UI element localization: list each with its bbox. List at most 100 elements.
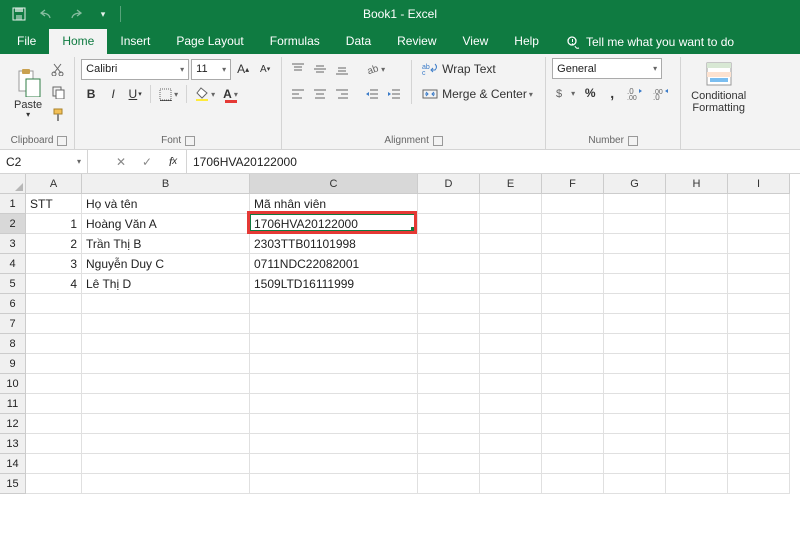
cell-E10[interactable] xyxy=(480,374,542,394)
cell-A3[interactable]: 2 xyxy=(26,234,82,254)
cell-H1[interactable] xyxy=(666,194,728,214)
cell-F15[interactable] xyxy=(542,474,604,494)
accounting-format-icon[interactable]: $ xyxy=(552,82,578,104)
clipboard-dialog-launcher[interactable] xyxy=(57,136,67,146)
tab-file[interactable]: File xyxy=(4,29,49,54)
paste-button[interactable]: Paste▾ xyxy=(10,65,46,120)
fx-icon[interactable]: fx xyxy=(160,155,186,169)
row-header-6[interactable]: 6 xyxy=(0,294,26,314)
col-header-G[interactable]: G xyxy=(604,174,666,194)
cell-I7[interactable] xyxy=(728,314,790,334)
increase-decimal-icon[interactable]: .0.00 xyxy=(624,82,648,104)
cell-B15[interactable] xyxy=(82,474,250,494)
undo-icon[interactable] xyxy=(34,2,60,26)
cell-I8[interactable] xyxy=(728,334,790,354)
cell-F4[interactable] xyxy=(542,254,604,274)
cell-F6[interactable] xyxy=(542,294,604,314)
cell-H10[interactable] xyxy=(666,374,728,394)
cell-D10[interactable] xyxy=(418,374,480,394)
cell-F13[interactable] xyxy=(542,434,604,454)
cell-E4[interactable] xyxy=(480,254,542,274)
cell-B13[interactable] xyxy=(82,434,250,454)
formula-input[interactable]: 1706HVA20122000 xyxy=(187,150,800,173)
cell-H14[interactable] xyxy=(666,454,728,474)
cell-H8[interactable] xyxy=(666,334,728,354)
cell-E13[interactable] xyxy=(480,434,542,454)
cell-E6[interactable] xyxy=(480,294,542,314)
cell-F3[interactable] xyxy=(542,234,604,254)
cell-B9[interactable] xyxy=(82,354,250,374)
save-icon[interactable] xyxy=(6,2,32,26)
cell-B2[interactable]: Hoàng Văn A xyxy=(82,214,250,234)
cell-C10[interactable] xyxy=(250,374,418,394)
cell-D7[interactable] xyxy=(418,314,480,334)
row-header-4[interactable]: 4 xyxy=(0,254,26,274)
cell-E2[interactable] xyxy=(480,214,542,234)
fill-color-icon[interactable] xyxy=(192,83,218,105)
col-header-C[interactable]: C xyxy=(250,174,418,194)
align-top-icon[interactable] xyxy=(288,58,308,80)
cell-H7[interactable] xyxy=(666,314,728,334)
cell-H11[interactable] xyxy=(666,394,728,414)
cell-I1[interactable] xyxy=(728,194,790,214)
cell-I14[interactable] xyxy=(728,454,790,474)
align-left-icon[interactable] xyxy=(288,83,308,105)
cell-G13[interactable] xyxy=(604,434,666,454)
cell-F11[interactable] xyxy=(542,394,604,414)
font-name-combo[interactable]: Calibri▾ xyxy=(81,59,189,80)
col-header-D[interactable]: D xyxy=(418,174,480,194)
cell-G3[interactable] xyxy=(604,234,666,254)
borders-icon[interactable] xyxy=(156,83,181,105)
cell-H15[interactable] xyxy=(666,474,728,494)
cell-D14[interactable] xyxy=(418,454,480,474)
copy-icon[interactable] xyxy=(48,81,68,103)
cell-H6[interactable] xyxy=(666,294,728,314)
cell-I4[interactable] xyxy=(728,254,790,274)
cell-F5[interactable] xyxy=(542,274,604,294)
cell-D6[interactable] xyxy=(418,294,480,314)
cell-D4[interactable] xyxy=(418,254,480,274)
cell-D11[interactable] xyxy=(418,394,480,414)
italic-button[interactable]: I xyxy=(103,83,123,105)
cell-C15[interactable] xyxy=(250,474,418,494)
bold-button[interactable]: B xyxy=(81,83,101,105)
row-header-11[interactable]: 11 xyxy=(0,394,26,414)
cell-G5[interactable] xyxy=(604,274,666,294)
cell-F12[interactable] xyxy=(542,414,604,434)
cell-F1[interactable] xyxy=(542,194,604,214)
cell-D1[interactable] xyxy=(418,194,480,214)
cell-C6[interactable] xyxy=(250,294,418,314)
cell-I5[interactable] xyxy=(728,274,790,294)
tell-me-search[interactable]: Tell me what you want to do xyxy=(556,30,744,54)
conditional-formatting-button[interactable]: Conditional Formatting xyxy=(687,58,750,114)
tab-data[interactable]: Data xyxy=(333,29,384,54)
font-dialog-launcher[interactable] xyxy=(185,136,195,146)
cell-H9[interactable] xyxy=(666,354,728,374)
cell-G6[interactable] xyxy=(604,294,666,314)
worksheet-grid[interactable]: ABCDEFGHI 123456789101112131415 STTHọ và… xyxy=(0,174,800,533)
cell-H2[interactable] xyxy=(666,214,728,234)
font-color-icon[interactable]: A xyxy=(220,83,241,105)
cell-I12[interactable] xyxy=(728,414,790,434)
cell-G15[interactable] xyxy=(604,474,666,494)
cell-I13[interactable] xyxy=(728,434,790,454)
cell-C13[interactable] xyxy=(250,434,418,454)
cell-C4[interactable]: 0711NDC22082001 xyxy=(250,254,418,274)
col-header-A[interactable]: A xyxy=(26,174,82,194)
align-middle-icon[interactable] xyxy=(310,58,330,80)
percent-format-icon[interactable]: % xyxy=(580,82,600,104)
decrease-indent-icon[interactable] xyxy=(362,83,382,105)
cell-C3[interactable]: 2303TTB01101998 xyxy=(250,234,418,254)
cell-C12[interactable] xyxy=(250,414,418,434)
wrap-text-button[interactable]: abcWrap Text xyxy=(419,58,539,80)
cell-D9[interactable] xyxy=(418,354,480,374)
format-painter-icon[interactable] xyxy=(48,104,68,126)
cell-B11[interactable] xyxy=(82,394,250,414)
cell-G11[interactable] xyxy=(604,394,666,414)
cell-E9[interactable] xyxy=(480,354,542,374)
tab-home[interactable]: Home xyxy=(49,29,107,54)
row-header-2[interactable]: 2 xyxy=(0,214,26,234)
cell-A7[interactable] xyxy=(26,314,82,334)
row-header-13[interactable]: 13 xyxy=(0,434,26,454)
cell-B12[interactable] xyxy=(82,414,250,434)
